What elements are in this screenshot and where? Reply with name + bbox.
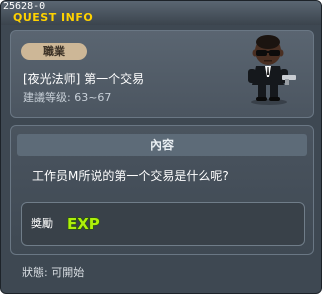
window-title: QUEST INFO xyxy=(13,11,94,24)
quest-summary-panel: 職業 [夜光法师] 第一个交易 建議等级: 63~67 xyxy=(10,30,314,118)
status-label: 狀態: xyxy=(22,266,48,279)
content-header: 內容 xyxy=(17,134,307,156)
recommended-level: 建議等级: 63~67 xyxy=(23,91,112,104)
exp-icon-text: EXP xyxy=(67,215,100,233)
content-text: 工作员M所说的第一个交易是什么呢? xyxy=(32,169,229,183)
status-value: 可開始 xyxy=(51,266,85,279)
reward-box: 獎勵 EXP xyxy=(21,202,305,246)
exp-icon: EXP xyxy=(66,214,100,233)
quest-details-panel: 內容 工作员M所说的第一个交易是什么呢? 獎勵 EXP xyxy=(10,125,314,255)
job-badge: 職業 xyxy=(21,43,87,60)
reward-label: 獎勵 xyxy=(31,217,53,230)
quest-status: 狀態: 可開始 xyxy=(22,266,84,280)
npc-sprite-icon xyxy=(248,35,296,105)
quest-info-window: 25628-0 QUEST INFO 職業 [夜光法师] 第一个交易 建議等级:… xyxy=(0,0,322,294)
quest-name: [夜光法师] 第一个交易 xyxy=(23,72,145,86)
